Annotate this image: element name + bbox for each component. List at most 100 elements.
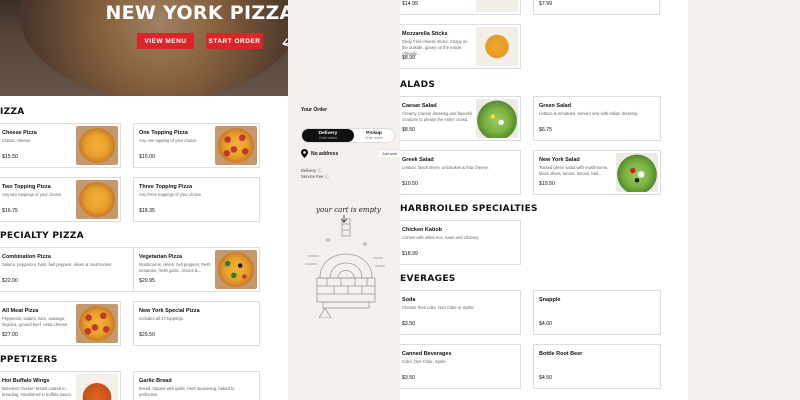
menu-item-card[interactable]: Soda Choose from coke, Diet Coke or Spri… xyxy=(400,290,521,335)
item-desc: Lettuce & tomatoes. Served only with Ita… xyxy=(539,111,639,116)
item-name: Soda xyxy=(402,297,416,303)
location-pin-icon xyxy=(301,149,308,158)
menu-item-card[interactable]: All Meat Pizza Pepperoni, salami, ham, s… xyxy=(0,301,121,346)
service-fee-label: Service Fee ⓘ xyxy=(301,174,329,179)
item-image xyxy=(215,250,257,289)
item-price: $20.95 xyxy=(139,278,155,284)
item-desc: Lettuce, black olives, artichokes & feta… xyxy=(402,165,490,170)
menu-item-card[interactable]: Snapple $4.00 xyxy=(533,290,661,335)
item-name: Vegetarian Pizza xyxy=(139,254,183,260)
item-desc: Coke, Diet Coke, Sprite xyxy=(402,359,446,364)
item-name: Hot Buffalo Wings xyxy=(2,378,50,384)
start-order-button[interactable]: START ORDER xyxy=(206,33,263,49)
item-desc: Includes all 17 toppings. xyxy=(139,316,184,321)
item-price: $27.00 xyxy=(2,332,18,338)
item-image xyxy=(76,304,118,343)
menu-item-card[interactable]: Greek Salad Lettuce, black olives, artic… xyxy=(400,150,521,195)
item-image xyxy=(616,153,658,192)
menu-item-card[interactable]: Two Topping Pizza Any two toppings of yo… xyxy=(0,177,121,222)
item-desc: Any two toppings of your choice xyxy=(2,192,62,197)
item-price: $7.99 xyxy=(539,1,552,7)
item-desc: Comes with white rice, naan and chutney. xyxy=(402,235,480,240)
menu-item-card[interactable]: Caesar Salad Creamy Caesar dressing and … xyxy=(400,96,521,141)
pickup-option[interactable]: Pickup Order ahead xyxy=(348,129,400,142)
item-name: Cheese Pizza xyxy=(2,130,37,136)
item-desc: Classic cheese. xyxy=(2,138,32,143)
view-menu-button[interactable]: VIEW MENU xyxy=(137,33,194,49)
item-desc: Bread, topped with garlic, herb seasonin… xyxy=(139,386,235,398)
menu-item-card[interactable]: Vegetarian Pizza Mushrooms, olives, bell… xyxy=(133,247,260,292)
add-address-button[interactable]: Add addr xyxy=(379,151,400,157)
item-desc: Pepperoni, salami, ham, sausage, linguic… xyxy=(2,316,69,328)
item-name: Combination Pizza xyxy=(2,254,51,260)
cart-title: Your Order xyxy=(301,107,328,113)
item-price: $16.75 xyxy=(2,208,18,214)
item-price: $10.50 xyxy=(539,181,555,187)
menu-item-card[interactable]: New York Special Pizza Includes all 17 t… xyxy=(133,301,260,346)
item-name: One Topping Pizza xyxy=(139,130,188,136)
item-image xyxy=(476,27,518,66)
section-title-specialty-pizza: PECIALTY PIZZA xyxy=(0,231,84,241)
menu-item-card[interactable]: Combination Pizza Salami, pepperoni, ham… xyxy=(0,247,148,292)
address-text: No address xyxy=(311,151,339,157)
delivery-option[interactable]: Delivery Order ahead xyxy=(302,129,354,142)
menu-item-card[interactable]: Mozzarella Sticks Deep fried cheese stic… xyxy=(400,24,521,69)
item-price: $8.50 xyxy=(402,127,415,133)
item-name: All Meat Pizza xyxy=(2,308,39,314)
item-name: Canned Beverages xyxy=(402,351,452,357)
item-name: Three Topping Pizza xyxy=(139,184,193,190)
order-type-toggle: Delivery Order ahead Pickup Order ahead xyxy=(301,128,395,143)
menu-item-card[interactable]: Chicken Kabob Comes with white rice, naa… xyxy=(400,220,521,265)
item-price: $29.50 xyxy=(139,332,155,338)
item-image xyxy=(76,180,118,219)
menu-item-card[interactable]: Canned Beverages Coke, Diet Coke, Sprite… xyxy=(400,344,521,389)
menu-panel-right: $14.99 $7.99 Mozzarella Sticks Deep frie… xyxy=(400,0,688,400)
menu-item-card[interactable]: Bottle Root Beer $4.50 xyxy=(533,344,661,389)
section-title-pizza: IZZA xyxy=(0,107,25,117)
item-price: $6.75 xyxy=(539,127,552,133)
item-name: Garlic Bread xyxy=(139,378,172,384)
item-desc: Tossed green salad with mushrooms, black… xyxy=(539,165,609,177)
menu-item-card[interactable]: $7.99 xyxy=(533,0,660,15)
menu-item-card[interactable]: Garlic Bread Bread, topped with garlic, … xyxy=(133,371,260,400)
menu-item-card[interactable]: Hot Buffalo Wings Boneless chicken breas… xyxy=(0,371,121,400)
section-title-appetizers: PPETIZERS xyxy=(0,355,58,365)
item-image xyxy=(476,99,518,138)
empty-cart-text: your cart is empty xyxy=(316,206,381,214)
item-desc: Salami, pepperoni, ham, bell peppers, ol… xyxy=(2,262,112,267)
menu-item-card[interactable]: Green Salad Lettuce & tomatoes. Served o… xyxy=(533,96,661,141)
item-price: $8.99 xyxy=(402,55,415,61)
item-desc: Choose from coke, Diet Coke or Sprite xyxy=(402,305,474,310)
menu-item-card[interactable]: Cheese Pizza Classic cheese. $15.50 xyxy=(0,123,121,168)
item-price: $18.35 xyxy=(139,208,155,214)
section-title-charbroiled: HARBROILED SPECIALTIES xyxy=(400,204,538,214)
cart-panel: Your Order Delivery Order ahead Pickup O… xyxy=(288,0,400,400)
address-row: No address Add addr xyxy=(301,149,400,159)
item-price: $4.00 xyxy=(539,321,552,327)
item-price: $3.50 xyxy=(402,375,415,381)
item-desc: Any one topping of your choice xyxy=(139,138,197,143)
item-name: Caesar Salad xyxy=(402,103,437,109)
item-price: $14.99 xyxy=(402,1,418,7)
item-name: Snapple xyxy=(539,297,561,303)
menu-item-card[interactable]: One Topping Pizza Any one topping of you… xyxy=(133,123,260,168)
pizza-oven-illustration xyxy=(305,218,385,318)
menu-panel-left: IZZA Cheese Pizza Classic cheese. $15.50… xyxy=(0,0,288,400)
item-desc: Mushrooms, olives, bell peppers, fresh t… xyxy=(139,262,211,274)
item-image xyxy=(215,126,257,165)
item-name: Greek Salad xyxy=(402,157,434,163)
menu-item-card[interactable]: New York Salad Tossed green salad with m… xyxy=(533,150,661,195)
item-price: $15.00 xyxy=(139,154,155,160)
item-name: New York Special Pizza xyxy=(139,308,200,314)
item-name: Bottle Root Beer xyxy=(539,351,583,357)
item-name: Chicken Kabob xyxy=(402,227,443,233)
right-side-panel xyxy=(688,0,800,400)
menu-item-card[interactable]: $14.99 xyxy=(400,0,521,15)
item-image xyxy=(76,374,118,400)
section-title-salads: ALADS xyxy=(400,80,436,90)
item-desc: Boneless chicken breast coated in breadi… xyxy=(2,386,72,398)
item-name: Green Salad xyxy=(539,103,572,109)
menu-item-card[interactable]: Three Topping Pizza Any three toppings o… xyxy=(133,177,260,222)
item-name: New York Salad xyxy=(539,157,580,163)
item-desc: Any three toppings of your choice xyxy=(139,192,202,197)
